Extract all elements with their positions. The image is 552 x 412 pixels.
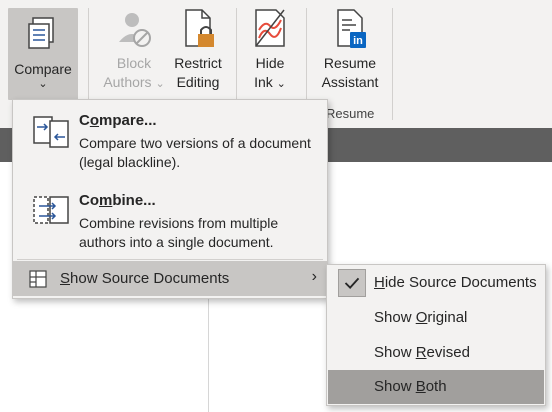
resume-assistant-icon: in [337, 9, 366, 48]
hide-ink-line2: Ink ⌄ [246, 73, 294, 94]
lock-document-icon [185, 9, 214, 47]
hide-ink-button[interactable]: Hide Ink ⌄ [246, 8, 294, 94]
ribbon-separator [392, 8, 393, 120]
restrict-editing-line2: Editing [176, 74, 220, 90]
submenu-item-label: Show Revised [374, 344, 470, 361]
group-label-resume: Resume [326, 106, 375, 121]
chevron-down-icon: ⌄ [38, 78, 48, 90]
compare-documents-icon [28, 17, 54, 49]
menu-item-show-source-documents[interactable]: Show Source Documents › [13, 261, 327, 296]
submenu-item-label: Hide Source Documents [374, 274, 537, 291]
submenu-item-show-revised[interactable]: Show Revised [328, 336, 544, 370]
menu-separator [17, 259, 323, 260]
svg-text:in: in [353, 35, 363, 47]
chevron-down-icon: ⌄ [155, 78, 165, 90]
hide-ink-line1: Hide [255, 55, 285, 71]
block-authors-button[interactable]: Block Authors ⌄ [98, 8, 170, 94]
menu-item-compare[interactable]: Compare... Compare two versions of a doc… [13, 100, 327, 178]
block-authors-icon [119, 13, 151, 47]
submenu-item-show-both[interactable]: Show Both [328, 370, 544, 404]
submenu-item-show-original[interactable]: Show Original [328, 301, 544, 335]
compare-button[interactable]: Compare ⌄ [8, 8, 78, 100]
restrict-editing-button[interactable]: Restrict Editing [170, 8, 226, 92]
resume-assistant-line2: Assistant [321, 74, 379, 90]
chevron-right-icon: › [311, 268, 317, 285]
resume-assistant-button[interactable]: in Resume Assistant [316, 8, 384, 92]
submenu-item-label: Show Original [374, 309, 468, 326]
checkmark-icon [344, 277, 360, 289]
hide-ink-label: Ink [254, 74, 273, 90]
submenu-item-label: Show Both [374, 378, 447, 395]
menu-item-combine-title: Combine... [79, 192, 156, 209]
combine-documents-icon [33, 196, 69, 224]
block-authors-line1: Block [116, 55, 152, 71]
menu-item-combine[interactable]: Combine... Combine revisions from multip… [13, 180, 327, 260]
checkmark-box [338, 269, 366, 297]
block-authors-label: Authors [103, 74, 152, 90]
hide-ink-icon [255, 9, 285, 47]
restrict-editing-line1: Restrict [174, 55, 222, 71]
compare-label: Compare [14, 61, 72, 77]
menu-item-compare-description: Compare two versions of a document (lega… [79, 135, 311, 170]
compare-dropdown-menu: Compare... Compare two versions of a doc… [12, 99, 328, 299]
source-documents-submenu: Hide Source Documents Show Original Show… [326, 264, 546, 406]
resume-assistant-line1: Resume [323, 55, 377, 71]
menu-item-compare-title: Compare... [79, 112, 157, 129]
menu-item-combine-description: Combine revisions from multiple authors … [79, 215, 279, 250]
compare-versions-icon [33, 116, 69, 148]
block-authors-line2: Authors ⌄ [98, 73, 170, 94]
source-documents-icon [29, 270, 47, 288]
submenu-item-hide-source[interactable]: Hide Source Documents [328, 266, 544, 300]
menu-item-show-source-label: Show Source Documents [60, 270, 230, 287]
chevron-down-icon: ⌄ [276, 78, 286, 90]
